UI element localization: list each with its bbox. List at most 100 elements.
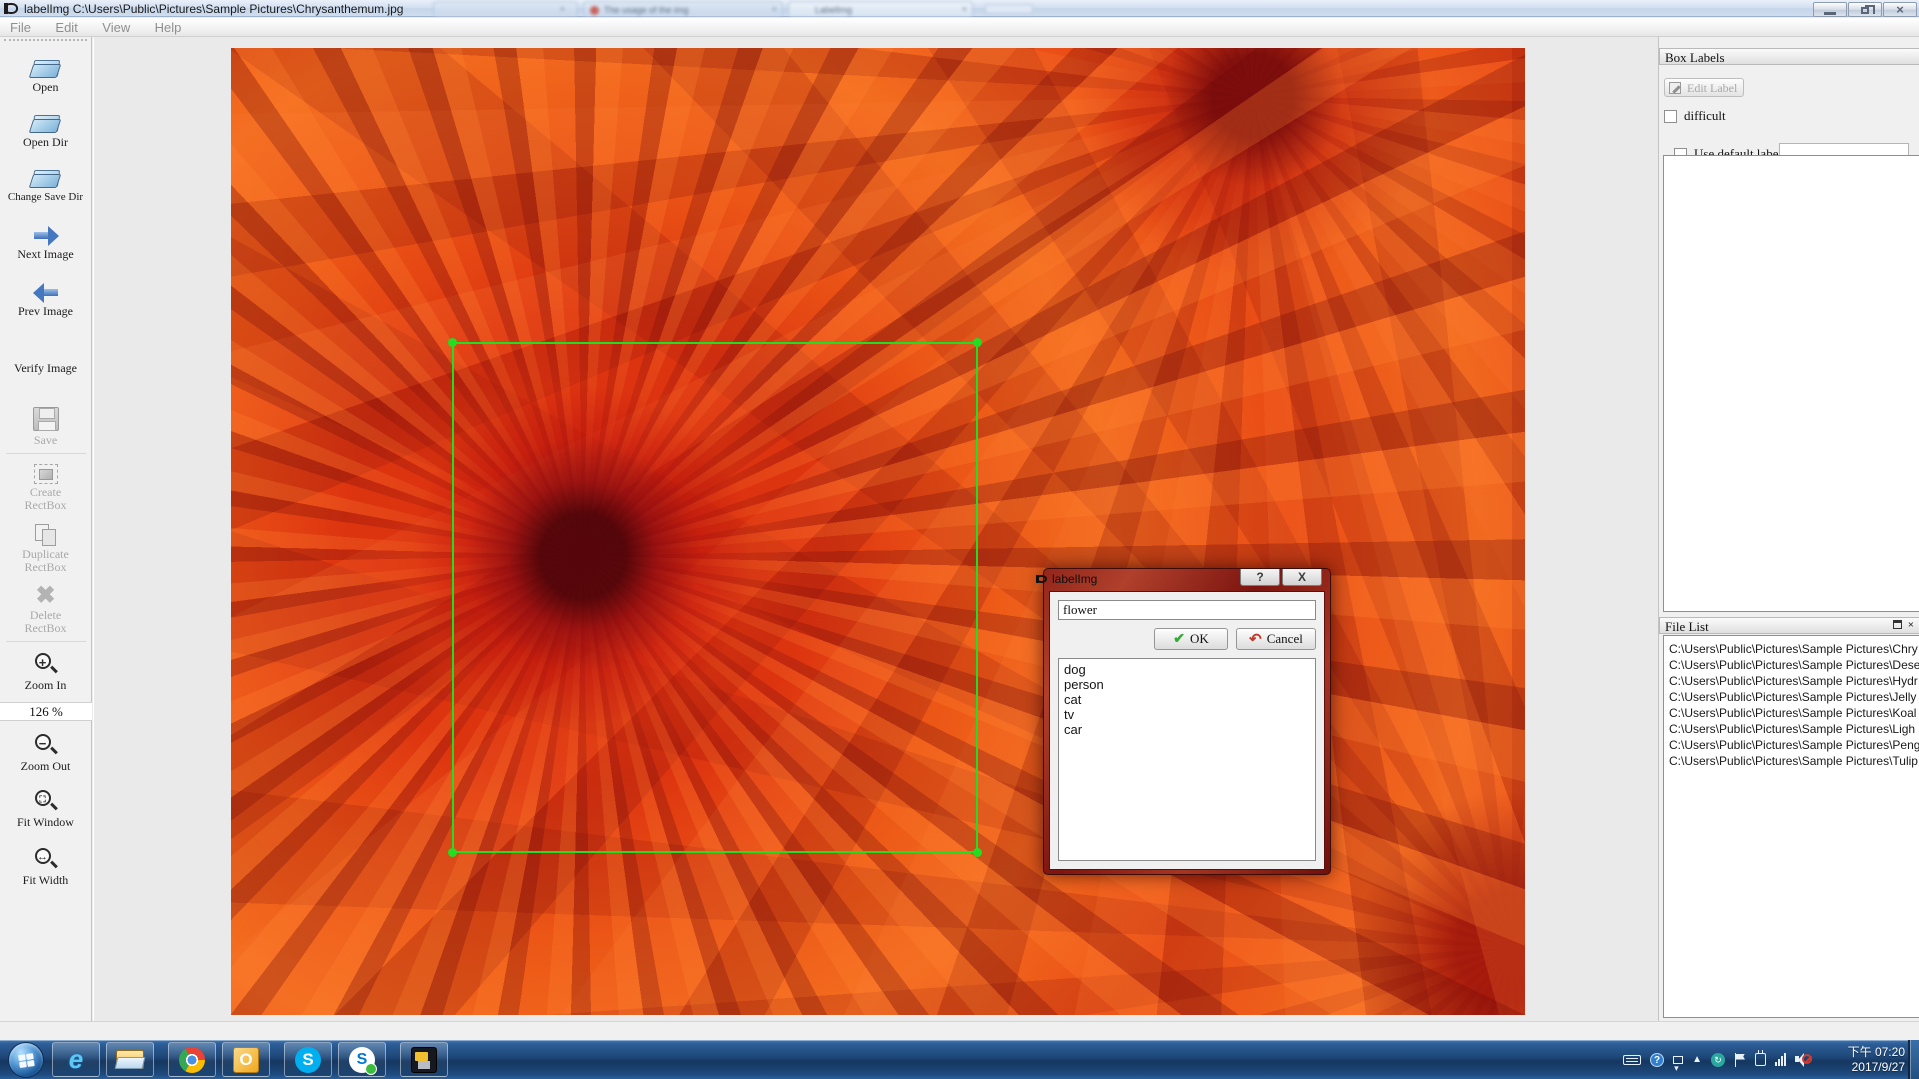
file-list-item[interactable]: C:\Users\Public\Pictures\Sample Pictures… (1664, 689, 1919, 705)
preset-label-item[interactable]: dog (1064, 662, 1315, 677)
restore-button[interactable] (1848, 2, 1882, 17)
browser-tab-2[interactable]: LabelImg × (788, 1, 973, 16)
file-list-header[interactable]: File List × (1659, 617, 1919, 634)
prev-image-button[interactable]: Prev Image (0, 277, 91, 318)
taskbar-labelimg[interactable] (400, 1042, 448, 1077)
menu-edit[interactable]: Edit (45, 18, 87, 37)
zoom-in-button[interactable]: + Zoom In (0, 648, 91, 692)
bbox-handle-bottom-right[interactable] (973, 848, 982, 857)
tab-favicon (590, 6, 599, 15)
tab-close-icon[interactable]: × (962, 4, 967, 14)
taskbar-internet-explorer[interactable]: e (52, 1042, 100, 1077)
open-dir-button[interactable]: Open Dir (0, 108, 91, 149)
close-button[interactable]: × (1883, 2, 1917, 17)
difficult-checkbox[interactable] (1664, 110, 1677, 123)
minimize-button[interactable] (1813, 2, 1847, 17)
windows-logo-icon (18, 1053, 36, 1069)
clock-area[interactable]: 下午 07:20 2017/9/27 (1848, 1040, 1905, 1079)
new-tab-button[interactable] (985, 4, 1033, 14)
tab-close-icon[interactable]: × (772, 4, 777, 14)
file-list-item[interactable]: C:\Users\Public\Pictures\Sample Pictures… (1664, 657, 1919, 673)
taskbar-chrome[interactable] (168, 1042, 216, 1077)
menu-help[interactable]: Help (145, 18, 192, 37)
file-list[interactable]: C:\Users\Public\Pictures\Sample Pictures… (1663, 635, 1919, 1018)
title-bar: labelImg C:\Users\Public\Pictures\Sample… (0, 0, 1919, 17)
network-signal-icon[interactable] (1775, 1053, 1786, 1066)
dialog-help-button[interactable]: ? (1240, 569, 1280, 586)
delete-rectbox-button[interactable]: ✖ Delete RectBox (0, 582, 91, 635)
menu-file[interactable]: File (0, 18, 41, 37)
duplicate-rectbox-button[interactable]: Duplicate RectBox (0, 520, 91, 574)
browser-tab-1[interactable]: The usage of the img × (583, 1, 783, 16)
sync-icon[interactable]: ↻ (1711, 1053, 1725, 1067)
internet-explorer-icon: e (69, 1044, 83, 1075)
label-input[interactable] (1058, 600, 1316, 620)
annotation-bounding-box[interactable] (452, 342, 978, 853)
taskbar-skype[interactable]: S (284, 1042, 332, 1077)
undo-arrow-icon: ↶ (1249, 630, 1262, 649)
file-list-item[interactable]: C:\Users\Public\Pictures\Sample Pictures… (1664, 641, 1919, 657)
file-list-item[interactable]: C:\Users\Public\Pictures\Sample Pictures… (1664, 673, 1919, 689)
toolbar-drag-handle[interactable] (4, 39, 87, 45)
bbox-handle-top-left[interactable] (448, 338, 457, 347)
next-image-button[interactable]: Next Image (0, 220, 91, 261)
skype-business-icon: S (349, 1047, 375, 1073)
taskbar: e O S S ? ▲ ↻ 下午 07:20 2017/9/27 (0, 1040, 1919, 1079)
bbox-handle-top-right[interactable] (973, 338, 982, 347)
save-button[interactable]: Save (0, 403, 91, 447)
background-browser-tabs: × The usage of the img × LabelImg × (433, 0, 1053, 17)
action-center-flag-icon[interactable] (1734, 1053, 1746, 1067)
zoom-out-icon: − (34, 733, 58, 757)
outlook-icon: O (233, 1047, 259, 1073)
floppy-icon (33, 407, 59, 431)
toolbar-separator (6, 453, 86, 454)
taskbar-windows-explorer[interactable] (106, 1042, 154, 1077)
ok-button[interactable]: ✔ OK (1154, 628, 1228, 650)
folder-icon (116, 1050, 144, 1070)
box-labels-header[interactable]: Box Labels (1659, 48, 1919, 65)
file-list-item[interactable]: C:\Users\Public\Pictures\Sample Pictures… (1664, 753, 1919, 769)
zoom-out-button[interactable]: − Zoom Out (0, 729, 91, 773)
menu-view[interactable]: View (92, 18, 140, 37)
cancel-button[interactable]: ↶ Cancel (1236, 628, 1316, 650)
preset-label-item[interactable]: car (1064, 722, 1315, 737)
browser-tab-partial[interactable]: × (433, 1, 578, 16)
taskbar-outlook[interactable]: O (222, 1042, 270, 1077)
show-desktop-button[interactable] (1908, 1040, 1919, 1079)
taskbar-skype-business[interactable]: S (338, 1042, 386, 1077)
create-rectbox-button[interactable]: Create RectBox (0, 460, 91, 512)
file-list-item[interactable]: C:\Users\Public\Pictures\Sample Pictures… (1664, 737, 1919, 753)
dock-close-icon[interactable]: × (1908, 620, 1914, 631)
bbox-handle-bottom-left[interactable] (448, 848, 457, 857)
tray-window-icon[interactable] (1673, 1056, 1683, 1064)
preset-label-item[interactable]: tv (1064, 707, 1315, 722)
change-save-dir-button[interactable]: Change Save Dir (0, 163, 91, 204)
verify-image-button[interactable]: Verify Image (0, 362, 91, 375)
menu-bar: File Edit View Help (0, 18, 1919, 37)
dock-float-icon[interactable] (1893, 620, 1902, 629)
check-icon: ✔ (1173, 631, 1185, 648)
file-list-item[interactable]: C:\Users\Public\Pictures\Sample Pictures… (1664, 721, 1919, 737)
keyboard-icon[interactable] (1623, 1055, 1641, 1065)
difficult-label: difficult (1684, 108, 1726, 124)
fit-width-button[interactable]: ↔ Fit Width (0, 843, 91, 887)
tray-help-icon[interactable]: ? (1650, 1053, 1664, 1067)
box-labels-list[interactable] (1663, 155, 1919, 612)
power-plug-icon[interactable] (1755, 1053, 1766, 1066)
tray-time: 下午 07:20 (1848, 1045, 1905, 1060)
folder-icon (31, 167, 61, 189)
preset-label-item[interactable]: person (1064, 677, 1315, 692)
dialog-close-button[interactable]: X (1282, 569, 1322, 586)
image-canvas[interactable] (93, 37, 1658, 1021)
hidden-icons-arrow[interactable]: ▲ (1692, 1054, 1702, 1065)
fit-window-button[interactable]: ⛶ Fit Window (0, 785, 91, 829)
fit-window-icon: ⛶ (34, 789, 58, 813)
zoom-level-field[interactable]: 126 % (0, 702, 92, 721)
open-button[interactable]: Open (0, 53, 91, 94)
volume-muted-icon[interactable] (1795, 1053, 1809, 1066)
file-list-item[interactable]: C:\Users\Public\Pictures\Sample Pictures… (1664, 705, 1919, 721)
preset-label-list[interactable]: dog person cat tv car (1058, 658, 1316, 861)
edit-label-button[interactable]: Edit Label (1664, 78, 1744, 97)
preset-label-item[interactable]: cat (1064, 692, 1315, 707)
start-button[interactable] (8, 1042, 44, 1078)
